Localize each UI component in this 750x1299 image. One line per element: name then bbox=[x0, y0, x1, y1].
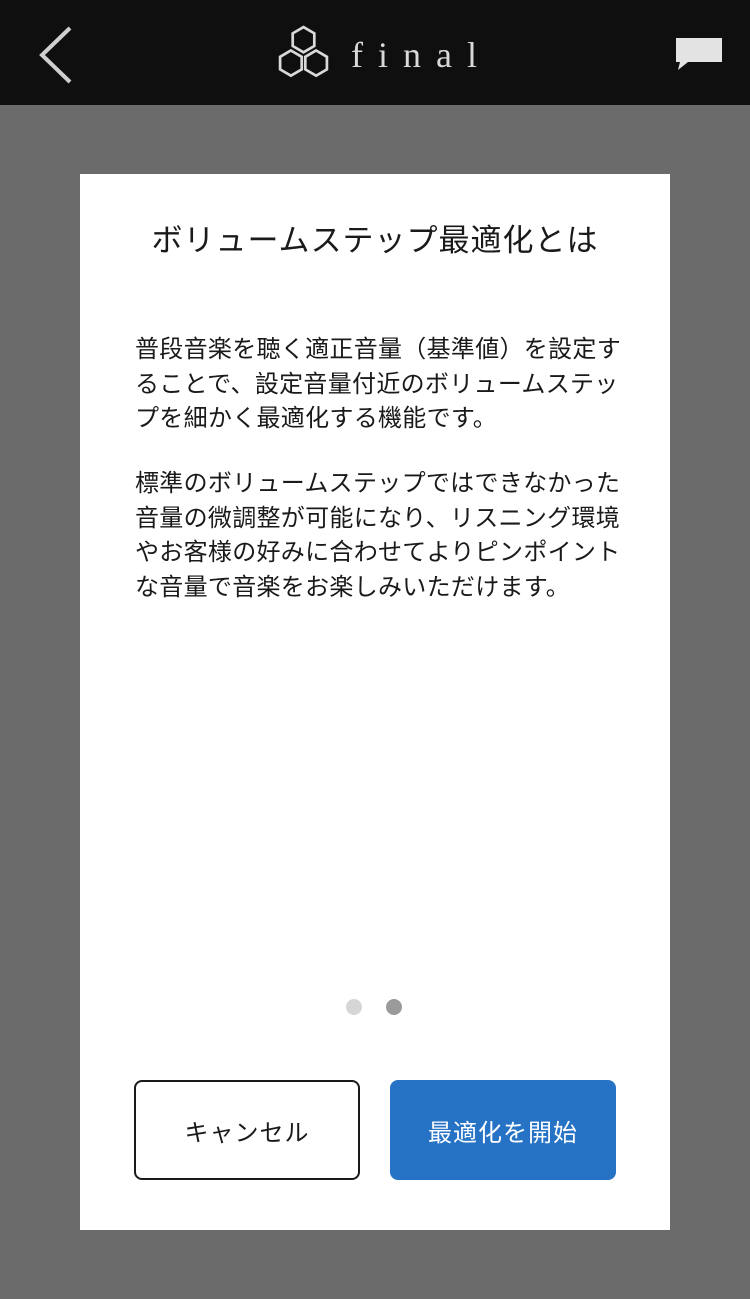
start-optimization-button[interactable]: 最適化を開始 bbox=[390, 1080, 616, 1180]
hexagon-logo-icon bbox=[278, 25, 329, 78]
dialog-paragraph-2: 標準のボリュームステップではできなかった音量の微調整が可能になり、リスニング環境… bbox=[135, 469, 621, 601]
chat-button[interactable] bbox=[672, 34, 726, 74]
dialog-paragraph-1: 普段音楽を聴く適正音量（基準値）を設定することで、設定音量付近のボリュームステッ… bbox=[135, 335, 621, 432]
page-dot-1[interactable] bbox=[346, 999, 362, 1015]
back-button[interactable] bbox=[30, 20, 90, 90]
chat-bubble-icon bbox=[676, 38, 722, 70]
cancel-button[interactable]: キャンセル bbox=[134, 1080, 360, 1180]
page-indicator bbox=[346, 999, 406, 1017]
dialog-title: ボリュームステップ最適化とは bbox=[151, 223, 599, 259]
chevron-left-icon bbox=[39, 26, 72, 84]
brand-logo: final bbox=[272, 20, 492, 90]
brand-name: final bbox=[351, 35, 492, 75]
page-dot-2-active[interactable] bbox=[386, 999, 402, 1015]
app-header: final bbox=[0, 0, 750, 105]
